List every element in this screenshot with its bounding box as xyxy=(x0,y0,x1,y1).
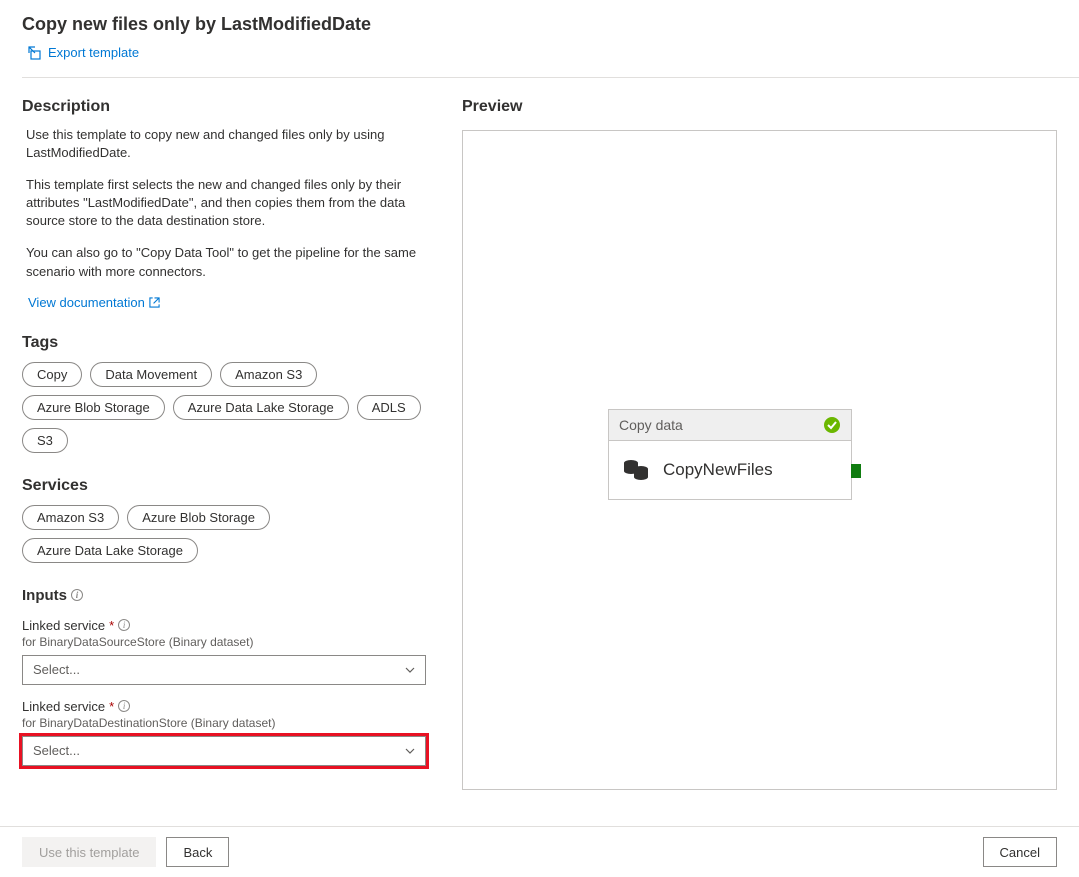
activity-name-label: CopyNewFiles xyxy=(663,460,773,480)
export-template-link[interactable]: Export template xyxy=(28,45,139,60)
tag-pill[interactable]: Copy xyxy=(22,362,82,387)
services-group: Amazon S3 Azure Blob Storage Azure Data La… xyxy=(22,505,432,563)
tag-pill[interactable]: Azure Blob Storage xyxy=(22,395,165,420)
info-icon[interactable]: i xyxy=(118,619,130,631)
use-template-button: Use this template xyxy=(22,837,156,867)
info-icon[interactable]: i xyxy=(71,589,83,601)
back-button[interactable]: Back xyxy=(166,837,229,867)
linked-service-label: Linked service * i xyxy=(22,699,130,714)
view-documentation-label: View documentation xyxy=(28,295,145,310)
linked-service-sublabel: for BinaryDataSourceStore (Binary datase… xyxy=(22,635,432,649)
select-placeholder: Select... xyxy=(33,662,80,677)
description-p2: This template first selects the new and … xyxy=(22,176,432,231)
chevron-down-icon xyxy=(405,748,415,754)
activity-type-label: Copy data xyxy=(619,417,683,433)
activity-card[interactable]: Copy data CopyNewFiles xyxy=(608,409,852,500)
service-pill[interactable]: Azure Data Lake Storage xyxy=(22,538,198,563)
footer-bar: Use this template Back Cancel xyxy=(0,826,1079,877)
tag-pill[interactable]: S3 xyxy=(22,428,68,453)
service-pill[interactable]: Amazon S3 xyxy=(22,505,119,530)
tag-pill[interactable]: Amazon S3 xyxy=(220,362,317,387)
export-icon xyxy=(28,46,42,60)
inputs-heading: Inputs xyxy=(22,587,67,604)
export-template-label: Export template xyxy=(48,45,139,60)
external-link-icon xyxy=(149,297,160,308)
tag-pill[interactable]: ADLS xyxy=(357,395,421,420)
chevron-down-icon xyxy=(405,667,415,673)
page-title: Copy new files only by LastModifiedDate xyxy=(22,14,1057,35)
tags-heading: Tags xyxy=(22,334,432,352)
tags-group: Copy Data Movement Amazon S3 Azure Blob Sto… xyxy=(22,362,432,453)
services-heading: Services xyxy=(22,477,432,495)
view-documentation-link[interactable]: View documentation xyxy=(22,295,160,310)
preview-canvas: Copy data CopyNewFiles xyxy=(462,130,1057,790)
linked-service-select[interactable]: Select... xyxy=(22,736,426,766)
copy-data-icon xyxy=(623,459,649,481)
description-p1: Use this template to copy new and change… xyxy=(22,126,432,162)
cancel-button[interactable]: Cancel xyxy=(983,837,1057,867)
output-port[interactable] xyxy=(851,464,861,478)
description-heading: Description xyxy=(22,98,432,116)
tag-pill[interactable]: Data Movement xyxy=(90,362,212,387)
description-p3: You can also go to "Copy Data Tool" to g… xyxy=(22,244,432,280)
linked-service-sublabel: for BinaryDataDestinationStore (Binary d… xyxy=(22,716,432,730)
linked-service-label: Linked service * i xyxy=(22,618,130,633)
select-placeholder: Select... xyxy=(33,743,80,758)
success-icon xyxy=(823,416,841,434)
linked-service-select[interactable]: Select... xyxy=(22,655,426,685)
tag-pill[interactable]: Azure Data Lake Storage xyxy=(173,395,349,420)
info-icon[interactable]: i xyxy=(118,700,130,712)
preview-heading: Preview xyxy=(462,98,1057,116)
service-pill[interactable]: Azure Blob Storage xyxy=(127,505,270,530)
